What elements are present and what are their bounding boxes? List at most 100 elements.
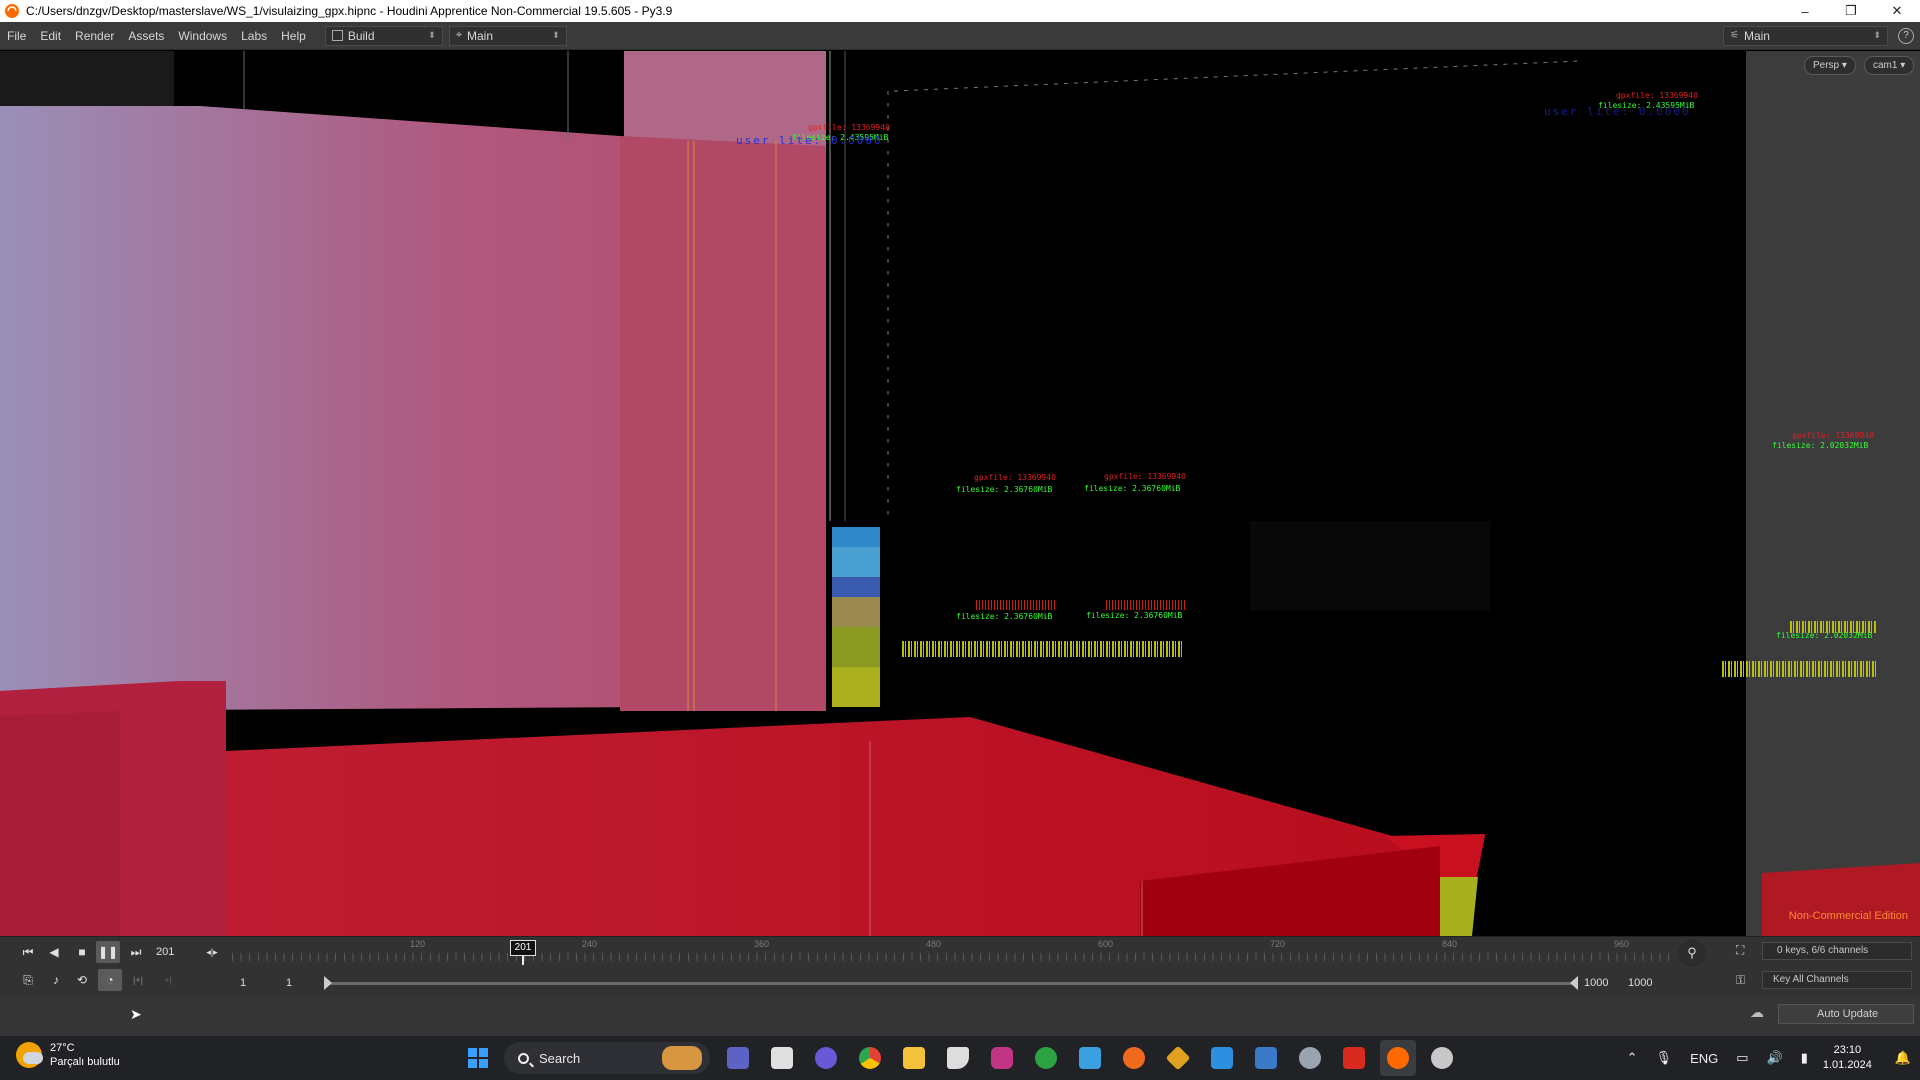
main-desk-select[interactable]: ⌖ Main ⬍ <box>448 25 567 46</box>
taskbar-search[interactable]: Search <box>504 1042 710 1074</box>
timeline-ruler[interactable]: 120 240 360 480 600 720 840 960 <box>232 937 1670 965</box>
clock[interactable]: 23:10 1.01.2024 <box>1823 1043 1872 1073</box>
help-icon[interactable]: ? <box>1898 27 1914 44</box>
houdini-icon[interactable] <box>1380 1040 1416 1076</box>
chevron-updown-icon: ⬍ <box>428 30 436 40</box>
range-end-field-2[interactable]: 1000 <box>1628 974 1664 992</box>
range-slider-track[interactable] <box>326 982 1578 985</box>
explorer-icon[interactable] <box>896 1040 932 1076</box>
notification-bell-icon[interactable]: 🔔 <box>1895 1050 1911 1066</box>
range-start-field-2[interactable]: 1 <box>286 974 322 992</box>
notepad-icon[interactable] <box>1072 1040 1108 1076</box>
right-desk-label: Main <box>1743 28 1770 43</box>
weather-desc: Parçalı bulutlu <box>50 1056 120 1068</box>
scene-label: gpxfile: 13369940 <box>808 123 890 132</box>
crosshair-icon: ⌖ <box>455 29 463 41</box>
non-commercial-watermark: Non-Commercial Edition <box>1788 910 1908 922</box>
chevron-updown-icon: ⬍ <box>1873 30 1881 40</box>
xbox-icon[interactable] <box>1028 1040 1064 1076</box>
camera-sync-icon[interactable]: ⎘ <box>16 969 40 991</box>
inkscape-icon[interactable] <box>940 1040 976 1076</box>
menu-windows[interactable]: Windows <box>171 22 234 50</box>
windows-start-icon[interactable] <box>460 1040 496 1076</box>
range-end-field[interactable]: 1000 <box>1584 974 1620 992</box>
chrome-icon[interactable] <box>852 1040 888 1076</box>
tick-label: 720 <box>1270 939 1286 949</box>
key-all-channels-button[interactable]: Key All Channels <box>1762 971 1912 989</box>
keyframe-icon[interactable]: ⛶ <box>1736 943 1744 958</box>
menu-edit[interactable]: Edit <box>33 22 68 50</box>
pink-wall-side <box>620 136 826 711</box>
key-icon[interactable]: ⚿ <box>1736 973 1745 988</box>
microphone-icon[interactable]: 🎙 <box>1656 1050 1673 1066</box>
stop-icon[interactable]: ■ <box>70 941 94 963</box>
menu-help[interactable]: Help <box>274 22 313 50</box>
menu-render[interactable]: Render <box>68 22 121 50</box>
step-icon[interactable]: |+| <box>126 969 150 991</box>
chat-icon[interactable] <box>808 1040 844 1076</box>
scene-label: gpxfile: 13369940 <box>974 473 1056 482</box>
vscode-icon[interactable] <box>1204 1040 1240 1076</box>
search-icon[interactable]: ⚲ <box>1678 939 1706 967</box>
menu-labs[interactable]: Labs <box>234 22 274 50</box>
realtime-icon[interactable]: ◔ <box>98 969 122 991</box>
range-start-field[interactable]: 1 <box>240 974 276 992</box>
main-desk-label: Main <box>467 28 494 43</box>
playhead-line <box>522 955 524 965</box>
chevron-up-icon[interactable]: ⌃ <box>1627 1050 1638 1066</box>
language-indicator[interactable]: ENG <box>1690 1051 1718 1066</box>
scene-marks <box>976 600 1056 610</box>
houdini-launcher-icon[interactable] <box>1116 1040 1152 1076</box>
scene-marks <box>1790 621 1876 633</box>
camera-select-button[interactable]: cam1 ▾ <box>1864 56 1915 75</box>
right-desk-select[interactable]: ⚟ Main ⬍ <box>1723 25 1888 46</box>
close-button[interactable]: ✕ <box>1874 0 1920 22</box>
cloud-icon[interactable]: ☁ <box>1750 1004 1764 1021</box>
tick-label: 960 <box>1614 939 1630 949</box>
playhead-marker[interactable]: 201 <box>510 940 536 956</box>
battery-icon[interactable]: ▮ <box>1801 1050 1808 1066</box>
audio-icon[interactable]: ♪ <box>44 969 68 991</box>
weather-widget[interactable]: 27°C Parçalı bulutlu <box>16 1041 120 1069</box>
range-start-handle[interactable] <box>324 976 332 990</box>
minimize-button[interactable]: – <box>1782 0 1828 22</box>
play-reverse-icon[interactable]: ◀ <box>42 941 66 963</box>
search-highlight-image <box>662 1046 702 1070</box>
scene-label: gpxfile: 13369940 <box>1104 472 1186 481</box>
steam-icon[interactable] <box>1424 1040 1460 1076</box>
auto-update-select[interactable]: Auto Update <box>1778 1004 1914 1024</box>
menu-file[interactable]: File <box>0 22 33 50</box>
file-manager-icon[interactable] <box>764 1040 800 1076</box>
display-icon[interactable]: ▭ <box>1736 1050 1748 1066</box>
pause-icon[interactable]: ❚❚ <box>96 941 120 963</box>
fps-icon[interactable]: +| <box>156 969 180 991</box>
step-frame-icon[interactable]: ◂|▸ <box>200 941 224 963</box>
maximize-button[interactable]: ❐ <box>1828 0 1874 22</box>
scene-marks <box>1722 661 1876 677</box>
weather-icon <box>16 1042 43 1068</box>
persp-view-button[interactable]: Persp ▾ <box>1804 56 1856 75</box>
windows-taskbar: 27°C Parçalı bulutlu Search ⌃ 🎙 ENG ▭ 🔊 … <box>0 1036 1920 1080</box>
current-frame-field[interactable]: 201 <box>152 943 202 961</box>
git-icon[interactable] <box>1160 1040 1196 1076</box>
settings-icon[interactable] <box>1292 1040 1328 1076</box>
volume-icon[interactable]: 🔊 <box>1767 1050 1783 1066</box>
title-bar: C:/Users/dnzgv/Desktop/masterslave/WS_1/… <box>0 0 1920 22</box>
keys-channels-field[interactable]: 0 keys, 6/6 channels <box>1762 942 1912 960</box>
build-desk-select[interactable]: Build ⬍ <box>324 25 443 46</box>
scene-label: filesize: 2.36760MiB <box>956 485 1053 494</box>
instagram-icon[interactable] <box>984 1040 1020 1076</box>
pdf-icon[interactable] <box>1336 1040 1372 1076</box>
range-end-handle[interactable] <box>1570 976 1578 990</box>
scene-viewport[interactable]: gpxfile: 13369940 filesize: 2.43595MiB u… <box>0 51 1920 936</box>
desk-layout-icon <box>331 30 343 41</box>
jump-start-icon[interactable]: ⏮ <box>16 941 40 963</box>
window-title: C:/Users/dnzgv/Desktop/masterslave/WS_1/… <box>26 4 673 18</box>
loop-icon[interactable]: ⟲ <box>70 969 94 991</box>
mail-icon[interactable] <box>1248 1040 1284 1076</box>
search-icon <box>518 1052 529 1064</box>
weather-temp: 27°C <box>50 1042 75 1054</box>
jump-end-icon[interactable]: ⏭ <box>124 941 148 963</box>
teams-icon[interactable] <box>720 1040 756 1076</box>
menu-assets[interactable]: Assets <box>121 22 171 50</box>
